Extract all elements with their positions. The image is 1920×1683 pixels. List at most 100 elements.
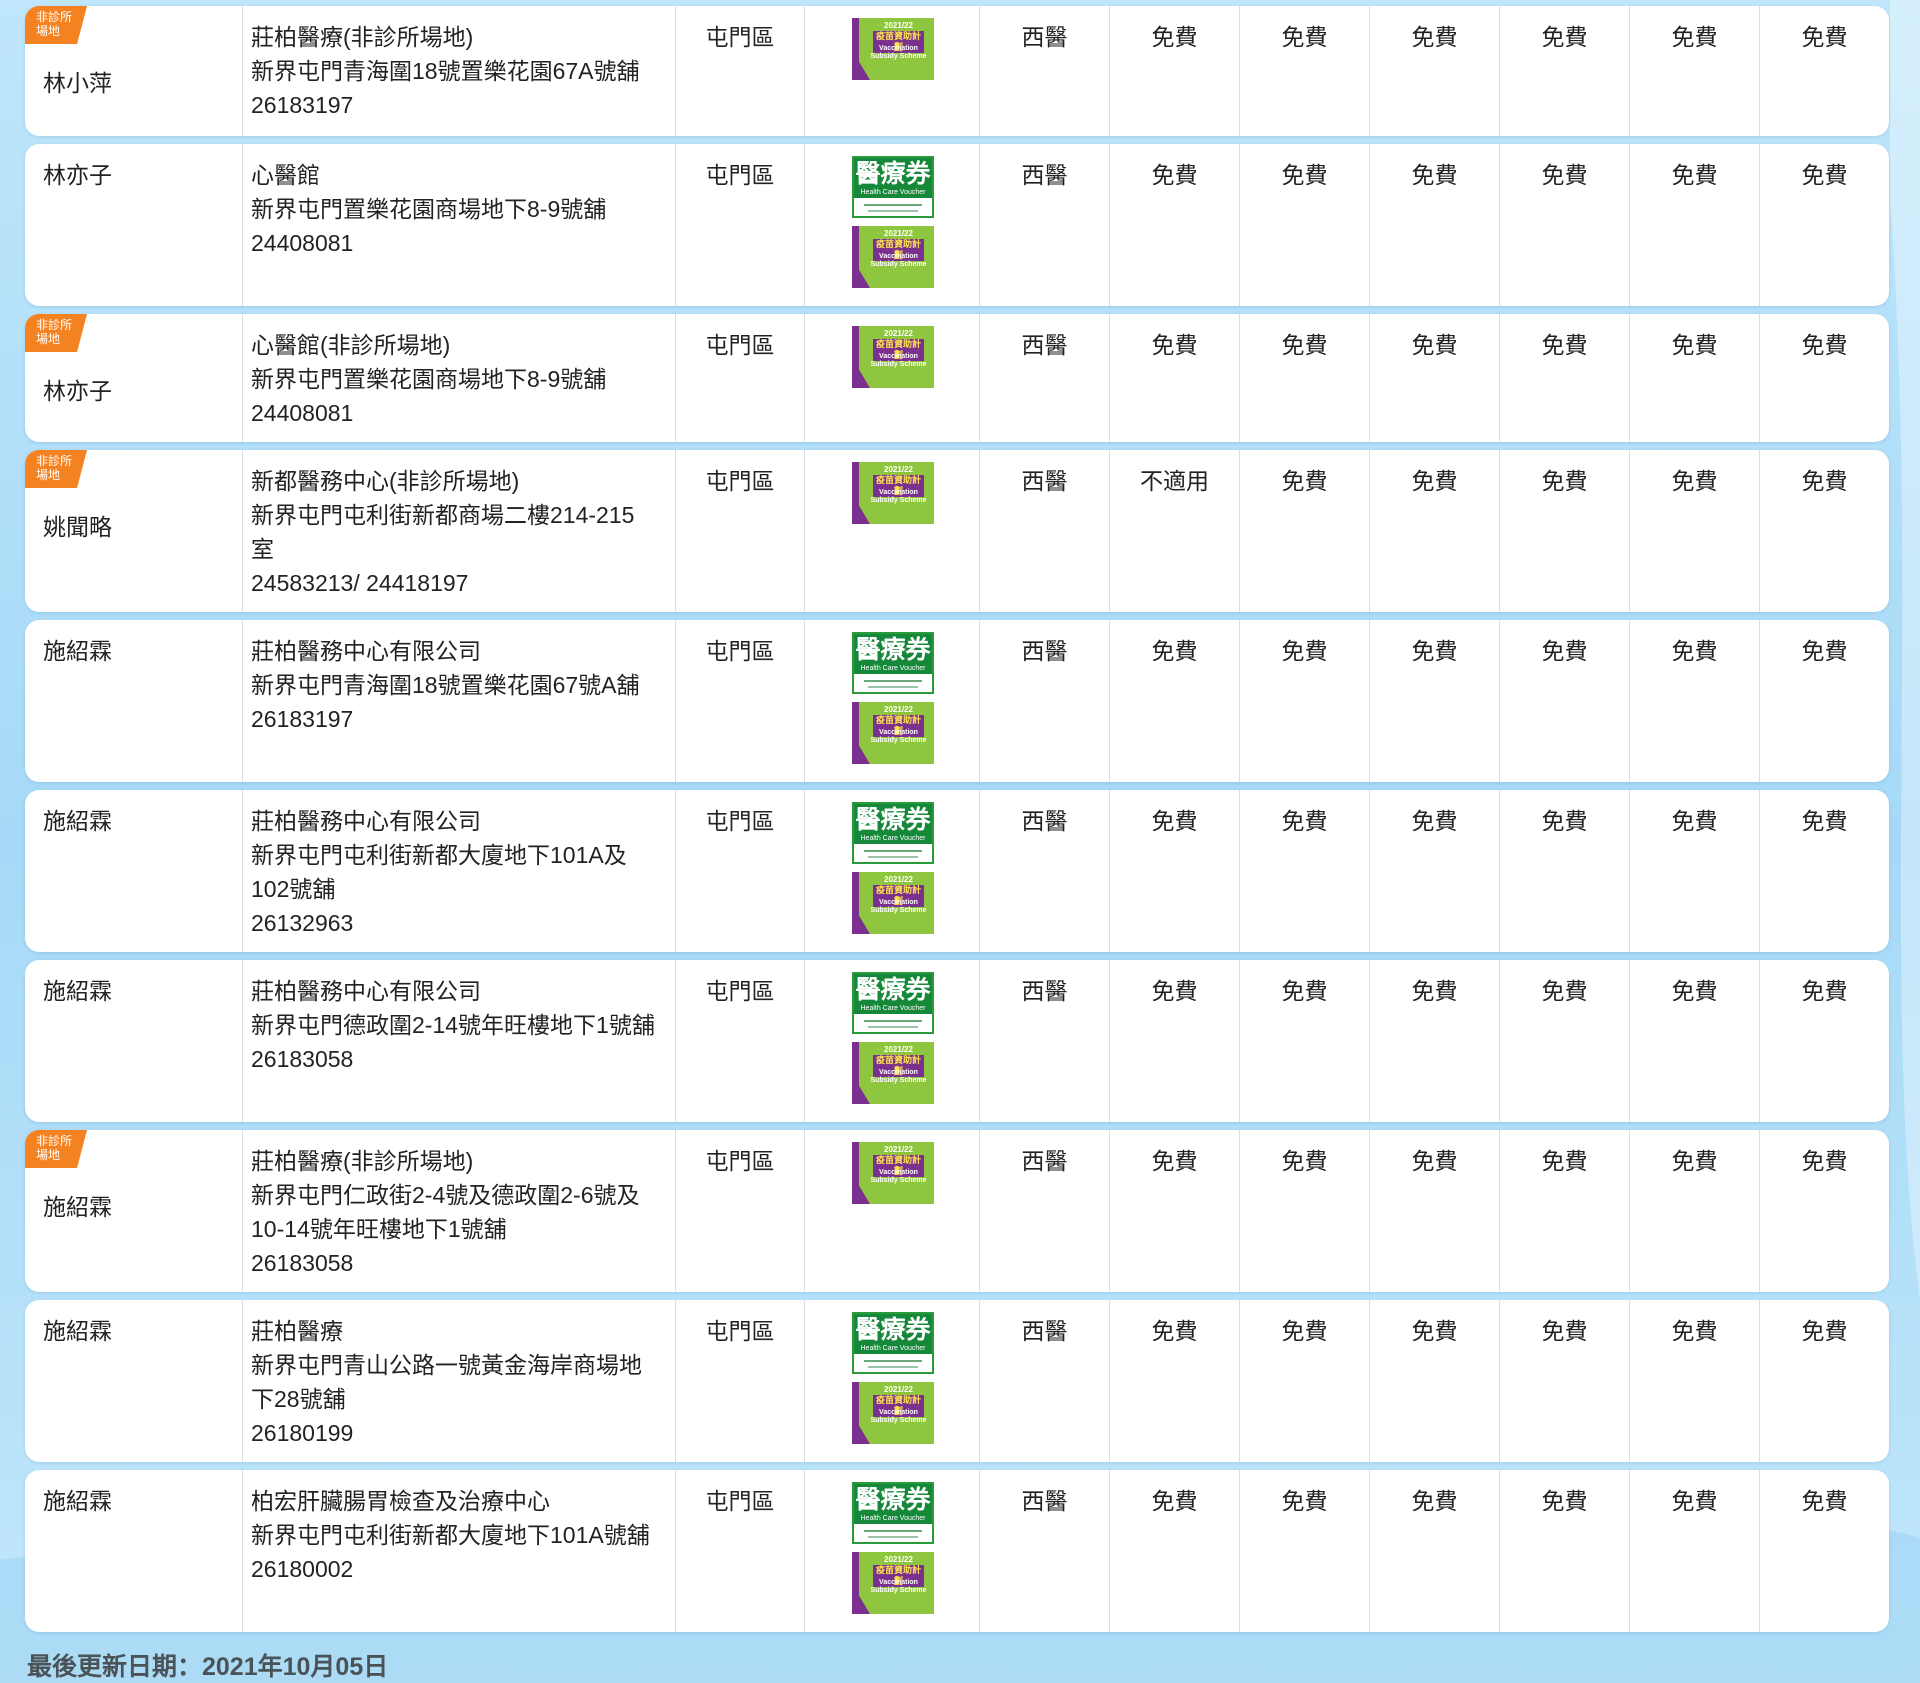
clinic-cell: 新都醫務中心(非診所場地) 新界屯門屯利街新都商場二樓214-215 室 245832… <box>242 450 675 612</box>
fee-cell: 免費 <box>1629 144 1759 306</box>
fee-cell: 免費 <box>1629 620 1759 782</box>
fee-cell: 免費 <box>1629 960 1759 1122</box>
voucher-subtitle: Health Care Voucher <box>860 189 926 196</box>
fee-cell: 免費 <box>1629 450 1759 612</box>
vss-subtitle: Vaccination Subsidy Scheme <box>870 1069 927 1084</box>
clinic-detail: 新界屯門青海圍18號置樂花園67A號舖 <box>251 58 640 84</box>
doctor-cell: 林亦子 <box>25 144 242 306</box>
doctor-name: 施紹霖 <box>43 978 112 1004</box>
fee-cell: 免費 <box>1499 1130 1629 1292</box>
fee-cell: 免費 <box>1759 1300 1889 1462</box>
table-row: 非診所 場地 林小萍 莊柏醫療(非診所場地) 新界屯門青海圍18號置樂花園67A號舖 2… <box>25 6 1889 136</box>
voucher-subtitle: Health Care Voucher <box>860 1005 926 1012</box>
fee-cell: 免費 <box>1499 960 1629 1122</box>
fee-cell: 免費 <box>1239 450 1369 612</box>
fee-cell: 免費 <box>1629 1130 1759 1292</box>
doctor-table: 非診所 場地 林小萍 莊柏醫療(非診所場地) 新界屯門青海圍18號置樂花園67A號舖 2… <box>25 6 1889 1640</box>
scheme-logos-cell: 醫療券 Health Care Voucher 2021/22 疫苗資助計劃 Vacci… <box>804 144 979 306</box>
doctor-name: 林小萍 <box>43 70 112 96</box>
fee-cell: 免費 <box>1369 790 1499 952</box>
fee-cell: 免費 <box>1759 314 1889 442</box>
fee-cell: 免費 <box>1239 6 1369 136</box>
clinic-name: 新都醫務中心(非診所場地) <box>251 468 520 494</box>
voucher-subtitle: Health Care Voucher <box>860 835 926 842</box>
clinic-name: 莊柏醫務中心有限公司 <box>251 808 481 834</box>
medicine-type-cell: 西醫 <box>979 144 1109 306</box>
clinic-name: 柏宏肝臟腸胃檢查及治療中心 <box>251 1488 550 1514</box>
doctor-cell: 施紹霖 <box>25 1470 242 1632</box>
fee-cell: 免費 <box>1109 144 1239 306</box>
health-care-voucher-icon: 醫療券 Health Care Voucher <box>852 156 934 218</box>
fee-cell: 免費 <box>1369 450 1499 612</box>
doctor-cell: 施紹霖 <box>25 1300 242 1462</box>
fee-cell: 免費 <box>1499 620 1629 782</box>
health-care-voucher-icon: 醫療券 Health Care Voucher <box>852 1312 934 1374</box>
medicine-type-cell: 西醫 <box>979 450 1109 612</box>
fee-cell: 免費 <box>1369 960 1499 1122</box>
district-cell: 屯門區 <box>675 1470 804 1632</box>
vss-year: 2021/22 <box>884 329 913 338</box>
clinic-detail: 10-14號年旺樓地下1號舖 <box>251 1216 507 1242</box>
medicine-type-cell: 西醫 <box>979 314 1109 442</box>
clinic-name: 心醫館 <box>251 162 320 188</box>
fee-cell: 免費 <box>1499 6 1629 136</box>
fee-cell: 免費 <box>1629 1470 1759 1632</box>
medicine-type-cell: 西醫 <box>979 790 1109 952</box>
district-cell: 屯門區 <box>675 1300 804 1462</box>
clinic-detail: 新界屯門置樂花園商場地下8-9號舖 <box>251 366 607 392</box>
fee-cell: 免費 <box>1629 314 1759 442</box>
fee-cell: 免費 <box>1369 620 1499 782</box>
scheme-logos-cell: 醫療券 Health Care Voucher 2021/22 疫苗資助計劃 Vacci… <box>804 790 979 952</box>
medicine-type-cell: 西醫 <box>979 960 1109 1122</box>
fee-cell: 免費 <box>1759 620 1889 782</box>
vaccination-subsidy-scheme-icon: 2021/22 疫苗資助計劃 Vaccination Subsidy Scheme <box>852 1042 934 1104</box>
clinic-name: 莊柏醫務中心有限公司 <box>251 638 481 664</box>
fee-cell: 免費 <box>1499 1300 1629 1462</box>
doctor-name: 林亦子 <box>43 162 112 188</box>
vss-subtitle: Vaccination Subsidy Scheme <box>870 45 927 60</box>
clinic-cell: 莊柏醫務中心有限公司 新界屯門德政圍2-14號年旺樓地下1號舖 26183058 <box>242 960 675 1122</box>
doctor-cell: 非診所 場地 林小萍 <box>25 6 242 136</box>
vaccination-subsidy-scheme-icon: 2021/22 疫苗資助計劃 Vaccination Subsidy Scheme <box>852 462 934 524</box>
fee-cell: 免費 <box>1369 314 1499 442</box>
fee-cell: 免費 <box>1239 314 1369 442</box>
medicine-type-cell: 西醫 <box>979 6 1109 136</box>
district-cell: 屯門區 <box>675 314 804 442</box>
fee-cell: 免費 <box>1239 1130 1369 1292</box>
district-cell: 屯門區 <box>675 620 804 782</box>
vss-year: 2021/22 <box>884 21 913 30</box>
fee-cell: 免費 <box>1239 1300 1369 1462</box>
vss-year: 2021/22 <box>884 875 913 884</box>
clinic-cell: 心醫館 新界屯門置樂花園商場地下8-9號舖 24408081 <box>242 144 675 306</box>
table-row: 施紹霖 莊柏醫務中心有限公司 新界屯門德政圍2-14號年旺樓地下1號舖 2618305… <box>25 960 1889 1122</box>
doctor-cell: 非診所 場地施紹霖 <box>25 1130 242 1292</box>
clinic-detail: 新界屯門仁政街2-4號及德政圍2-6號及 <box>251 1182 640 1208</box>
fee-cell: 免費 <box>1499 790 1629 952</box>
clinic-cell: 莊柏醫療 新界屯門青山公路一號黃金海岸商場地 下28號舖 26180199 <box>242 1300 675 1462</box>
clinic-detail: 下28號舖 <box>251 1386 346 1412</box>
fee-cell: 免費 <box>1109 1300 1239 1462</box>
scheme-logos-cell: 醫療券 Health Care Voucher 2021/22 疫苗資助計劃 Vacci… <box>804 1300 979 1462</box>
vaccination-subsidy-scheme-icon: 2021/22 疫苗資助計劃 Vaccination Subsidy Scheme <box>852 1142 934 1204</box>
non-clinic-venue-badge: 非診所 場地 <box>25 1130 87 1168</box>
clinic-detail: 102號舖 <box>251 876 336 902</box>
clinic-name: 心醫館(非診所場地) <box>251 332 451 358</box>
clinic-detail: 室 <box>251 536 274 562</box>
doctor-name: 施紹霖 <box>43 1194 112 1220</box>
district-cell: 屯門區 <box>675 6 804 136</box>
vaccination-subsidy-scheme-icon: 2021/22 疫苗資助計劃 Vaccination Subsidy Scheme <box>852 872 934 934</box>
fee-cell: 免費 <box>1109 6 1239 136</box>
health-care-voucher-icon: 醫療券 Health Care Voucher <box>852 632 934 694</box>
scheme-logos-cell: 2021/22 疫苗資助計劃 Vaccination Subsidy Scheme <box>804 6 979 136</box>
table-row: 林亦子 心醫館 新界屯門置樂花園商場地下8-9號舖 24408081 屯門區 醫療券 Hea… <box>25 144 1889 306</box>
clinic-detail: 26180002 <box>251 1556 354 1582</box>
fee-cell: 免費 <box>1629 1300 1759 1462</box>
doctor-cell: 施紹霖 <box>25 790 242 952</box>
clinic-detail: 26180199 <box>251 1420 354 1446</box>
vss-year: 2021/22 <box>884 1385 913 1394</box>
vss-subtitle: Vaccination Subsidy Scheme <box>870 353 927 368</box>
clinic-name: 莊柏醫療(非診所場地) <box>251 1148 474 1174</box>
fee-cell: 免費 <box>1629 6 1759 136</box>
fee-cell: 免費 <box>1759 144 1889 306</box>
clinic-detail: 24583213/ 24418197 <box>251 570 469 596</box>
